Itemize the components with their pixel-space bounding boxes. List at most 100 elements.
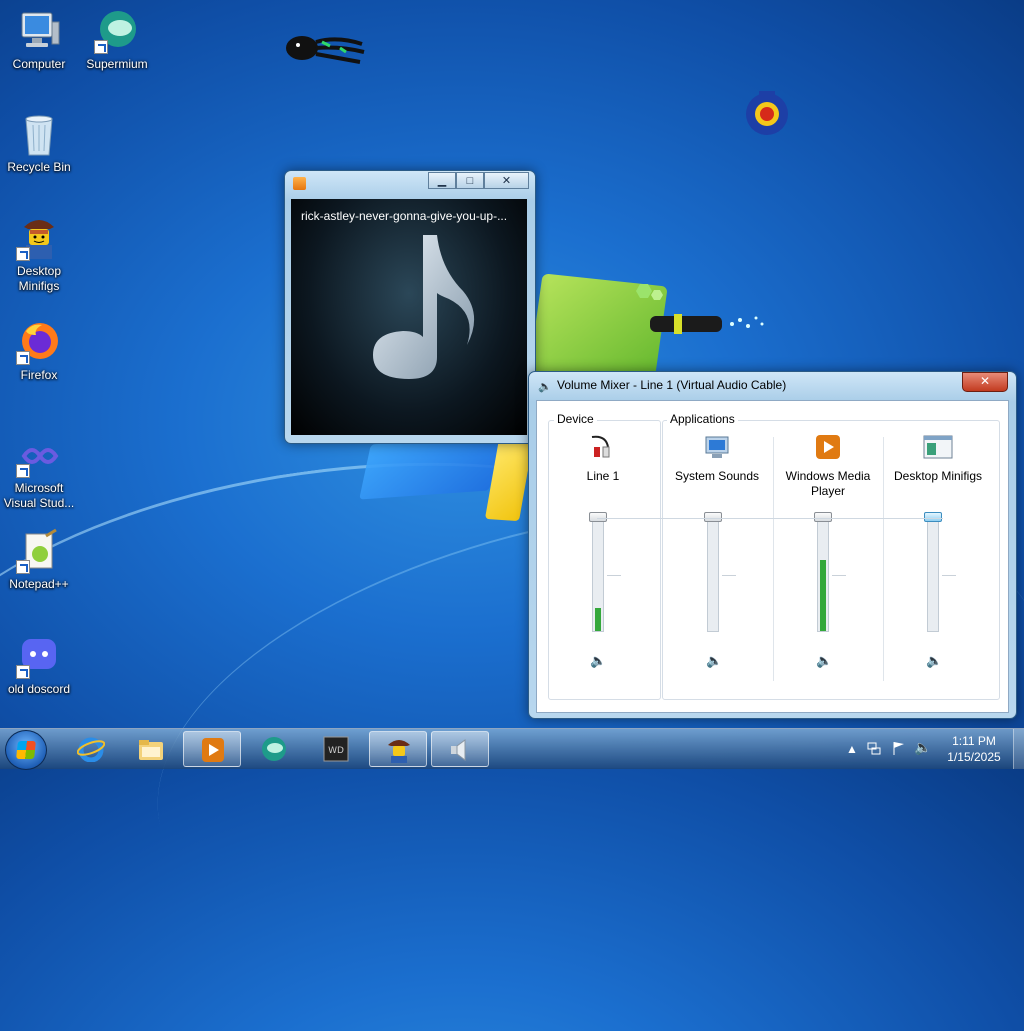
media-player-window[interactable]: ▁ □ ✕ rick-astley-never-gonna-give-you-u…: [284, 170, 536, 444]
desktop-icon-firefox[interactable]: Firefox: [1, 319, 77, 383]
slider-tick: [942, 575, 956, 576]
media-player-app-icon: [293, 177, 306, 190]
taskbar-desktop-minifigs[interactable]: [369, 731, 427, 767]
taskbar-volume-mixer[interactable]: [431, 731, 489, 767]
notepadpp-icon: [16, 528, 62, 574]
volume-slider-track[interactable]: [927, 517, 939, 632]
taskbar-internet-explorer[interactable]: [62, 731, 120, 767]
channel-line-1: Line 1: [548, 433, 658, 501]
application-window-icon: [921, 433, 955, 461]
channel-windows-media-player: Windows Media Player: [773, 433, 883, 501]
octopus-sprite-icon: [282, 30, 368, 73]
desktop-icon-label: Supermium: [86, 57, 148, 71]
minimize-button[interactable]: ▁: [428, 172, 456, 189]
close-button[interactable]: ✕: [484, 172, 529, 189]
internet-explorer-icon: [77, 737, 105, 762]
media-player-titlebar[interactable]: ▁ □ ✕: [285, 171, 535, 193]
speaker-app-icon: 🔈: [538, 381, 552, 393]
shortcut-arrow-icon: [16, 665, 30, 679]
shortcut-arrow-icon: [16, 247, 30, 261]
windows-media-player-icon: [202, 738, 224, 762]
desktop-icon-computer[interactable]: Computer: [1, 8, 77, 72]
device-group-label: Device: [554, 412, 597, 426]
volume-slider-thumb[interactable]: [589, 512, 607, 522]
desktop-icon-label: Recycle Bin: [7, 160, 71, 174]
windows-media-player-icon: [811, 433, 845, 461]
slider-tick: [832, 575, 846, 576]
lego-drum-sprite-icon: [742, 88, 792, 141]
shortcut-arrow-icon: [16, 351, 30, 365]
volume-mixer-title: Volume Mixer - Line 1 (Virtual Audio Cab…: [557, 378, 787, 392]
hexagon-decoration-icon: [632, 284, 668, 311]
taskbar-windows-media-player[interactable]: [183, 731, 241, 767]
firefox-icon: [16, 319, 62, 365]
volume-mixer-body: Device Applications Line 1 🔈 System Soun…: [536, 400, 1009, 713]
shortcut-arrow-icon: [16, 560, 30, 574]
desktop-icon-visual-studio[interactable]: Microsoft Visual Stud...: [1, 432, 77, 511]
speaker-icon: [451, 739, 466, 761]
computer-icon: [16, 8, 62, 54]
shortcut-arrow-icon: [94, 40, 108, 54]
mute-speaker-button[interactable]: 🔈: [706, 653, 722, 668]
discord-icon: [16, 633, 62, 679]
system-sounds-icon: [700, 433, 734, 461]
minifig-icon: [388, 740, 410, 763]
desktop-icon-supermium[interactable]: Supermium: [79, 8, 155, 72]
wallpaper-logo-blue: [359, 435, 501, 500]
applications-group-label: Applications: [667, 412, 738, 426]
desktop-icon-label: Desktop Minifigs: [16, 264, 62, 293]
peak-meter: [820, 559, 826, 631]
slider-tick: [607, 575, 621, 576]
desktop-icon-label: Firefox: [20, 368, 58, 382]
close-button[interactable]: ✕: [962, 372, 1008, 392]
channel-name: Desktop Minifigs: [893, 469, 983, 483]
volume-slider-track[interactable]: [817, 517, 829, 632]
start-button[interactable]: [5, 730, 47, 770]
shortcut-arrow-icon: [16, 464, 30, 478]
mute-speaker-button[interactable]: 🔈: [926, 653, 942, 668]
mute-speaker-button[interactable]: 🔈: [816, 653, 832, 668]
volume-tray-icon[interactable]: 🔈: [914, 739, 931, 756]
mute-speaker-button[interactable]: 🔈: [590, 653, 606, 668]
audio-cable-icon: [586, 433, 620, 461]
channel-name: Windows Media Player: [785, 469, 871, 498]
volume-slider-thumb[interactable]: [704, 512, 722, 522]
clock-date: 1/15/2025: [947, 750, 1001, 764]
channel-name: Line 1: [586, 469, 620, 483]
wd-sd-icon: WD: [323, 736, 349, 762]
desktop-icon-recycle-bin[interactable]: Recycle Bin: [1, 111, 77, 175]
show-desktop-button[interactable]: [1013, 729, 1024, 769]
volume-slider-thumb[interactable]: [924, 512, 942, 522]
channel-name: System Sounds: [674, 469, 760, 483]
recycle-bin-icon: [16, 111, 62, 157]
desktop-icon-label: Notepad++: [9, 577, 69, 591]
volume-slider-thumb[interactable]: [814, 512, 832, 522]
peak-meter: [595, 608, 601, 631]
volume-slider-track[interactable]: [592, 517, 604, 632]
desktop-icon-label: Microsoft Visual Stud...: [3, 481, 75, 510]
desktop-icon-desktop-minifigs[interactable]: Desktop Minifigs: [1, 215, 77, 294]
music-note-icon: [373, 235, 475, 379]
taskbar-file-explorer[interactable]: [122, 731, 180, 767]
taskbar-wd-sd[interactable]: WD: [307, 731, 365, 767]
master-volume-line: [597, 518, 943, 519]
visual-studio-icon: [16, 432, 62, 478]
action-center-flag-icon[interactable]: [891, 740, 907, 759]
minifig-icon: [16, 215, 62, 261]
maximize-button[interactable]: □: [456, 172, 484, 189]
supermium-icon: [94, 8, 140, 54]
taskbar-supermium[interactable]: [245, 731, 303, 767]
slider-tick: [722, 575, 736, 576]
volume-mixer-window[interactable]: 🔈 Volume Mixer - Line 1 (Virtual Audio C…: [528, 371, 1017, 719]
clock-time: 1:11 PM: [952, 734, 996, 748]
channel-desktop-minifigs: Desktop Minifigs: [883, 433, 993, 501]
network-icon[interactable]: [866, 740, 882, 759]
media-player-viewport[interactable]: rick-astley-never-gonna-give-you-up-...: [291, 199, 527, 435]
now-playing-title: rick-astley-never-gonna-give-you-up-...: [301, 209, 508, 223]
show-hidden-icons-button[interactable]: ▲: [846, 742, 858, 756]
volume-slider-track[interactable]: [707, 517, 719, 632]
clock[interactable]: 1:11 PM 1/15/2025: [936, 733, 1012, 765]
desktop-icon-notepadpp[interactable]: Notepad++: [1, 528, 77, 592]
desktop-icon-discord[interactable]: old doscord: [1, 633, 77, 697]
svg-text:WD: WD: [328, 746, 344, 756]
